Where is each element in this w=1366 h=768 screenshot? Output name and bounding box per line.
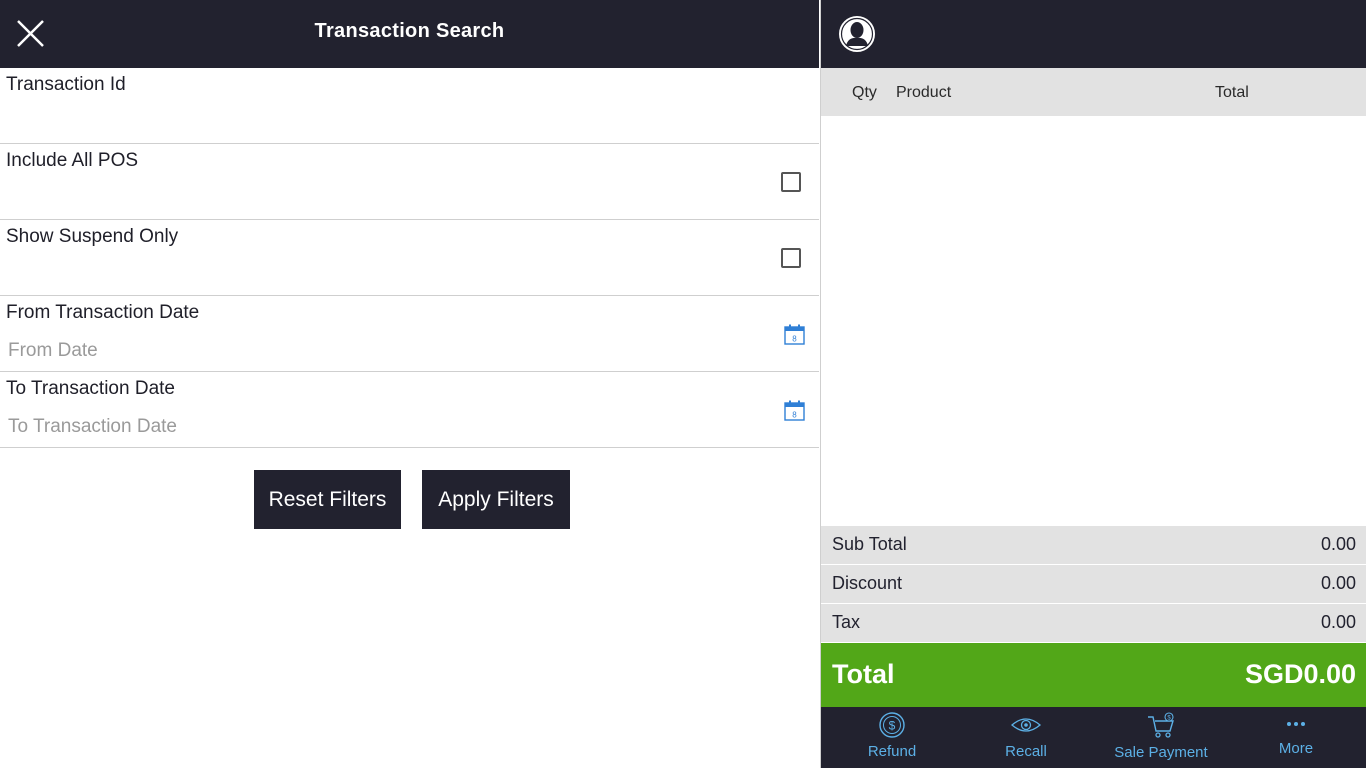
refund-label: Refund [867,743,917,760]
subtotal-label: Sub Total [832,534,907,554]
total-label: Total [832,659,895,689]
recall-label: Recall [1005,743,1047,760]
more-dots-icon [1287,722,1305,726]
from-date-row: From Transaction Date From Date 8 [0,296,819,372]
total-column-header: Total [1215,84,1249,101]
tax-value: 0.00 [1320,612,1356,632]
more-label: More [1278,740,1314,757]
to-date-label: To Transaction Date [6,378,175,399]
from-date-label: From Transaction Date [6,302,200,323]
sale-payment-label: Sale Payment [1114,744,1208,761]
panel-header: Transaction Search [0,0,819,68]
include-all-pos-label: Include All POS [6,150,139,171]
svg-text:$: $ [889,719,896,733]
show-suspend-only-checkbox[interactable] [781,248,801,268]
bottom-action-bar: $ Refund Recall $ Sale Payment More [821,707,1366,768]
more-button[interactable]: More [1231,707,1361,768]
from-date-calendar-day: 8 [792,335,797,344]
to-date-calendar-day: 8 [792,411,797,420]
qty-column-header: Qty [852,84,877,101]
tax-row: Tax 0.00 [821,604,1366,642]
cart-column-header: Qty Product Total [821,68,1366,116]
subtotal-value: 0.00 [1320,534,1356,554]
grand-total-bar: Total SGD0.00 [821,643,1366,707]
include-all-pos-row: Include All POS [0,144,819,220]
transaction-id-label: Transaction Id [6,74,126,95]
transaction-id-field[interactable]: Transaction Id [0,68,819,144]
product-column-header: Product [896,84,952,101]
cart-icon: $ [1148,712,1174,738]
eye-icon [1011,718,1041,732]
subtotal-row: Sub Total 0.00 [821,526,1366,564]
discount-label: Discount [832,573,903,593]
transaction-search-panel: Transaction Search Transaction Id Includ… [0,0,819,768]
from-date-input[interactable]: From Date [8,340,98,362]
to-date-calendar-icon[interactable]: 8 [784,400,805,421]
cart-header [821,0,1366,68]
recall-button[interactable]: Recall [961,707,1091,768]
to-date-row: To Transaction Date To Transaction Date … [0,372,819,448]
customer-avatar-icon[interactable] [838,15,876,53]
show-suspend-only-label: Show Suspend Only [6,226,179,247]
sale-payment-button[interactable]: $ Sale Payment [1096,707,1226,768]
from-date-calendar-icon[interactable]: 8 [784,324,805,345]
reset-filters-button[interactable]: Reset Filters [254,470,401,529]
discount-value: 0.00 [1320,573,1356,593]
refund-icon: $ [879,712,905,738]
cart-panel: Qty Product Total Sub Total 0.00 Discoun… [820,0,1366,768]
refund-button[interactable]: $ Refund [827,707,957,768]
discount-row: Discount 0.00 [821,565,1366,603]
show-suspend-only-row: Show Suspend Only [0,220,819,296]
include-all-pos-checkbox[interactable] [781,172,801,192]
apply-filters-button[interactable]: Apply Filters [422,470,570,529]
page-title: Transaction Search [314,20,505,42]
tax-label: Tax [832,612,861,632]
to-date-input[interactable]: To Transaction Date [8,416,177,438]
total-value: SGD0.00 [1244,659,1356,689]
